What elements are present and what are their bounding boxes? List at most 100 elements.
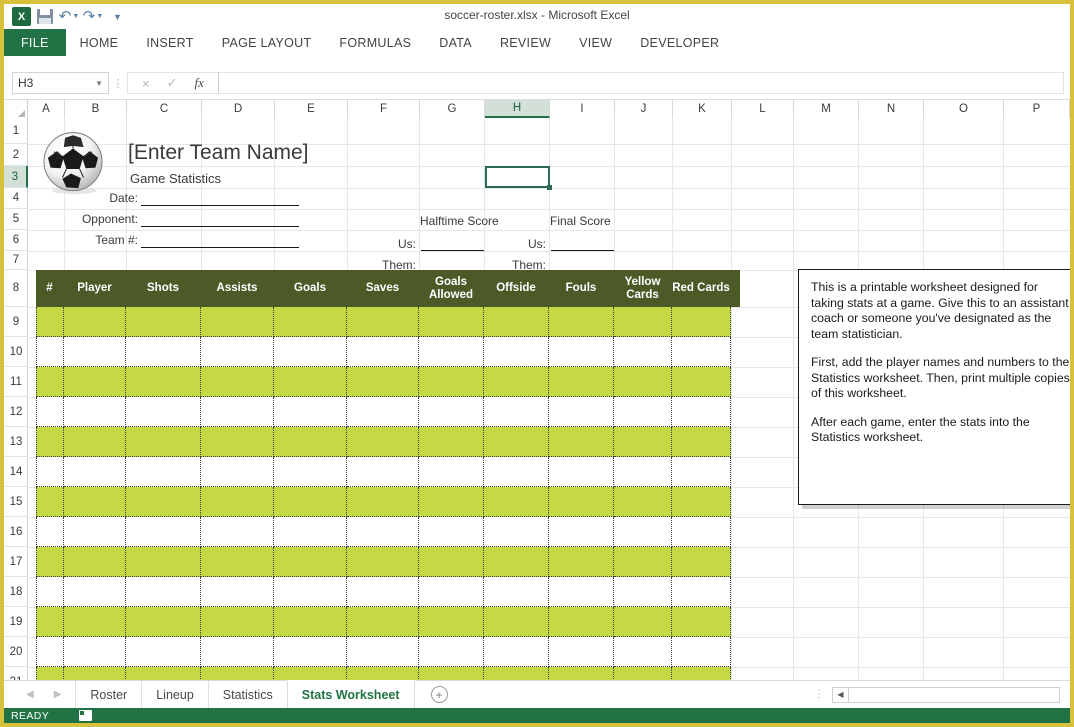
fill-handle[interactable]	[547, 185, 552, 190]
column-header-g[interactable]: G	[420, 100, 485, 118]
table-cell[interactable]	[36, 367, 64, 397]
row-header-18[interactable]: 18	[4, 577, 28, 607]
table-row[interactable]	[36, 667, 740, 680]
add-sheet-icon[interactable]: +	[431, 686, 448, 703]
row-header-10[interactable]: 10	[4, 337, 28, 367]
table-cell[interactable]	[347, 637, 419, 667]
column-header-o[interactable]: O	[924, 100, 1004, 118]
name-box[interactable]: H3 ▼	[12, 72, 109, 94]
sheet-tab-stats-worksheet[interactable]: Stats Worksheet	[287, 680, 415, 709]
table-cell[interactable]	[419, 397, 484, 427]
table-cell[interactable]	[201, 307, 274, 337]
table-cell[interactable]	[484, 457, 549, 487]
column-header-h[interactable]: H	[485, 100, 550, 118]
table-row[interactable]	[36, 337, 740, 367]
table-cell[interactable]	[672, 307, 731, 337]
column-header-e[interactable]: E	[275, 100, 348, 118]
row-header-1[interactable]: 1	[4, 118, 28, 144]
tab-review[interactable]: REVIEW	[486, 29, 565, 56]
table-row[interactable]	[36, 637, 740, 667]
stats-table-body[interactable]	[36, 307, 740, 680]
table-cell[interactable]	[201, 367, 274, 397]
row-header-9[interactable]: 9	[4, 307, 28, 337]
table-cell[interactable]	[64, 487, 126, 517]
table-cell[interactable]	[549, 337, 614, 367]
date-input[interactable]	[141, 205, 299, 206]
table-cell[interactable]	[274, 337, 347, 367]
table-cell[interactable]	[419, 367, 484, 397]
table-cell[interactable]	[274, 607, 347, 637]
column-header-l[interactable]: L	[732, 100, 794, 118]
table-cell[interactable]	[672, 637, 731, 667]
table-cell[interactable]	[549, 307, 614, 337]
table-cell[interactable]	[36, 307, 64, 337]
table-cell[interactable]	[484, 637, 549, 667]
table-cell[interactable]	[419, 637, 484, 667]
table-cell[interactable]	[36, 667, 64, 680]
table-cell[interactable]	[484, 397, 549, 427]
table-cell[interactable]	[549, 637, 614, 667]
table-cell[interactable]	[36, 607, 64, 637]
chevron-down-icon[interactable]: ▼	[95, 79, 103, 88]
table-cell[interactable]	[126, 457, 201, 487]
table-cell[interactable]	[36, 517, 64, 547]
table-cell[interactable]	[672, 367, 731, 397]
table-cell[interactable]	[672, 487, 731, 517]
table-cell[interactable]	[64, 667, 126, 680]
table-cell[interactable]	[274, 577, 347, 607]
table-cell[interactable]	[614, 397, 672, 427]
column-header-c[interactable]: C	[127, 100, 202, 118]
table-cell[interactable]	[484, 427, 549, 457]
table-cell[interactable]	[126, 607, 201, 637]
table-cell[interactable]	[274, 547, 347, 577]
column-header-d[interactable]: D	[202, 100, 275, 118]
table-cell[interactable]	[614, 367, 672, 397]
table-cell[interactable]	[274, 637, 347, 667]
table-cell[interactable]	[614, 457, 672, 487]
sheet-tab-roster[interactable]: Roster	[75, 681, 141, 709]
table-cell[interactable]	[36, 337, 64, 367]
table-cell[interactable]	[274, 667, 347, 680]
table-cell[interactable]	[126, 577, 201, 607]
table-cell[interactable]	[36, 427, 64, 457]
table-cell[interactable]	[672, 337, 731, 367]
table-cell[interactable]	[484, 367, 549, 397]
row-header-3[interactable]: 3	[4, 166, 28, 188]
table-cell[interactable]	[201, 517, 274, 547]
table-cell[interactable]	[419, 517, 484, 547]
table-cell[interactable]	[614, 607, 672, 637]
table-cell[interactable]	[672, 577, 731, 607]
row-header-16[interactable]: 16	[4, 517, 28, 547]
table-cell[interactable]	[484, 517, 549, 547]
table-row[interactable]	[36, 397, 740, 427]
table-row[interactable]	[36, 427, 740, 457]
formula-input[interactable]	[218, 72, 1064, 94]
table-cell[interactable]	[347, 547, 419, 577]
column-header-j[interactable]: J	[615, 100, 673, 118]
tab-home[interactable]: HOME	[66, 29, 133, 56]
row-header-2[interactable]: 2	[4, 144, 28, 166]
macro-record-icon[interactable]	[79, 710, 92, 721]
table-cell[interactable]	[126, 487, 201, 517]
row-header-8[interactable]: 8	[4, 270, 28, 307]
table-cell[interactable]	[549, 397, 614, 427]
table-cell[interactable]	[36, 457, 64, 487]
table-row[interactable]	[36, 607, 740, 637]
insert-function-icon[interactable]: fx	[195, 75, 204, 91]
table-cell[interactable]	[484, 547, 549, 577]
column-header-a[interactable]: A	[28, 100, 65, 118]
table-cell[interactable]	[201, 487, 274, 517]
table-cell[interactable]	[614, 517, 672, 547]
team-number-input[interactable]	[141, 247, 299, 248]
table-cell[interactable]	[64, 577, 126, 607]
table-cell[interactable]	[419, 457, 484, 487]
table-cell[interactable]	[274, 367, 347, 397]
table-cell[interactable]	[347, 427, 419, 457]
table-cell[interactable]	[126, 427, 201, 457]
table-cell[interactable]	[484, 307, 549, 337]
row-header-5[interactable]: 5	[4, 209, 28, 230]
table-cell[interactable]	[614, 667, 672, 680]
row-header-12[interactable]: 12	[4, 397, 28, 427]
column-header-k[interactable]: K	[673, 100, 732, 118]
table-cell[interactable]	[614, 307, 672, 337]
